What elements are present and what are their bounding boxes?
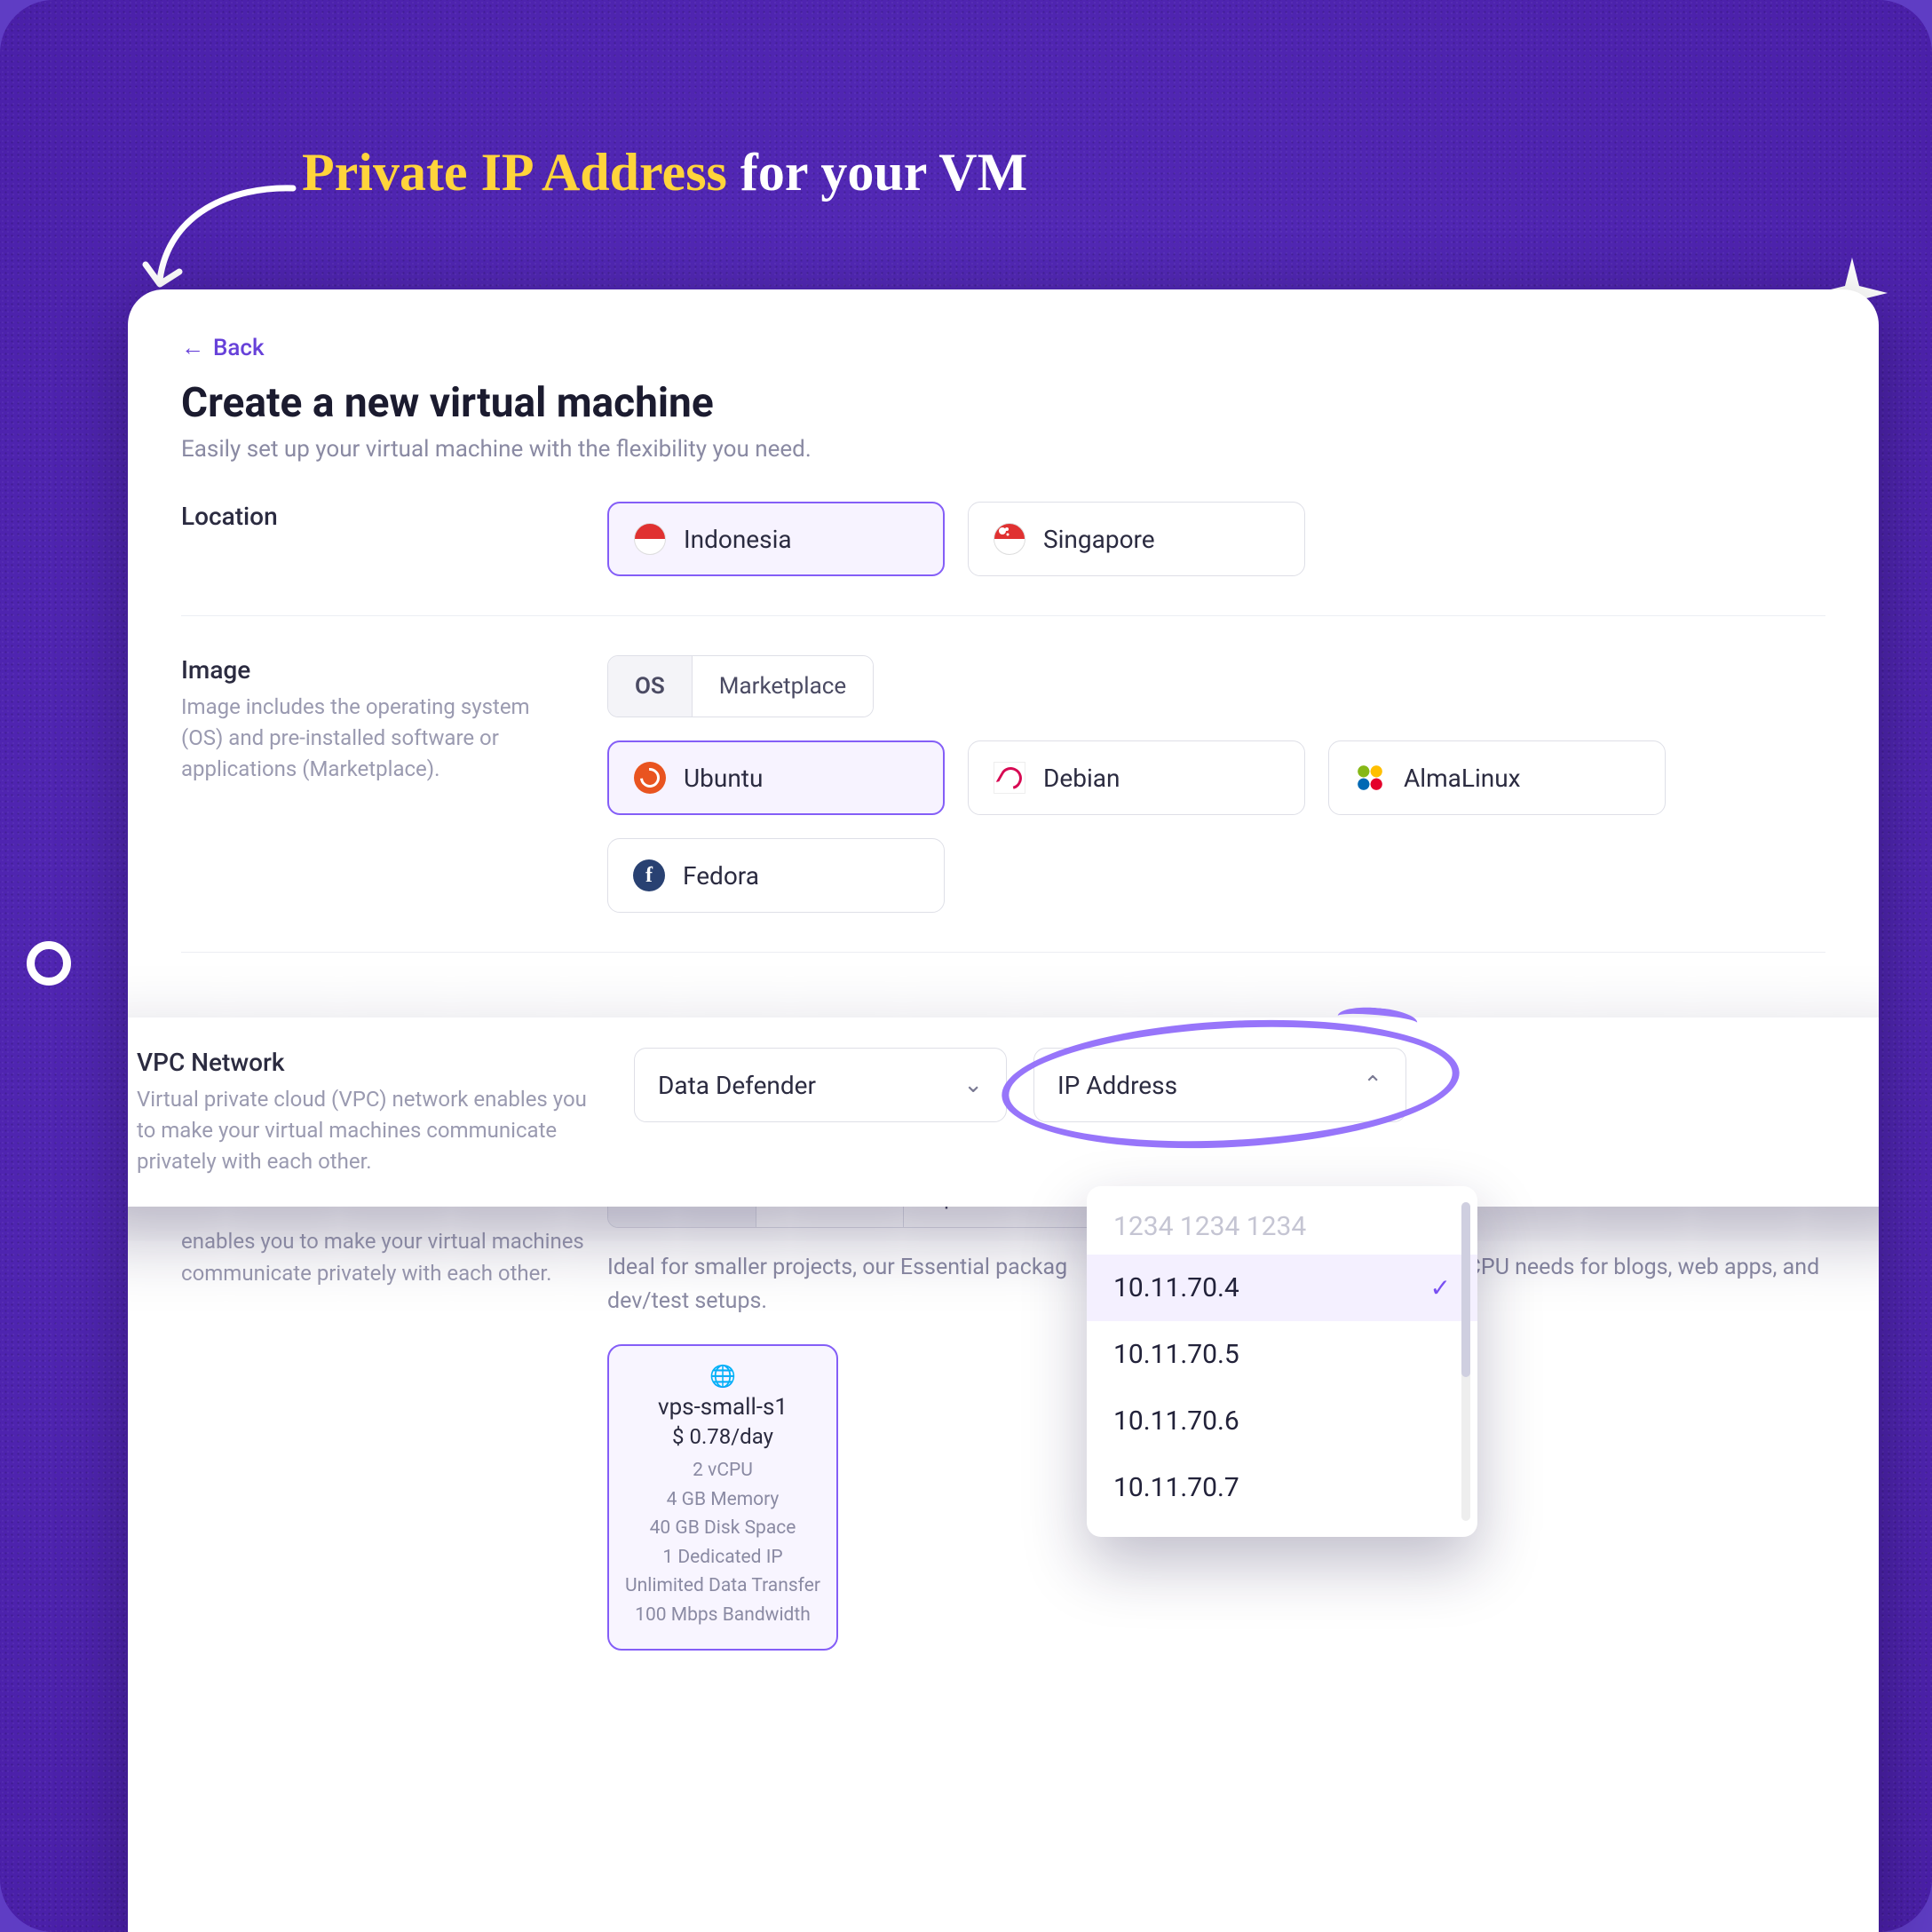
plan-price: $ 0.78/day <box>620 1424 826 1449</box>
ip-option[interactable]: 10.11.70.4 ✓ <box>1087 1255 1477 1321</box>
tab-os[interactable]: OS <box>608 656 693 717</box>
ip-option[interactable]: 10.11.70.7 <box>1087 1454 1477 1521</box>
flag-indonesia-icon <box>634 523 666 555</box>
image-source-tabs: OS Marketplace <box>607 655 874 717</box>
ip-option[interactable]: 10.11.70.6 <box>1087 1388 1477 1454</box>
check-icon: ✓ <box>1430 1273 1451 1303</box>
image-option-almalinux[interactable]: AlmaLinux <box>1328 740 1666 815</box>
section-image: Image Image includes the operating syste… <box>181 616 1825 953</box>
plan-spec: 100 Mbps Bandwidth <box>620 1601 826 1630</box>
plan-card[interactable]: 🌐 vps-small-s1 $ 0.78/day 2 vCPU 4 GB Me… <box>607 1344 838 1651</box>
tab-marketplace[interactable]: Marketplace <box>693 656 873 717</box>
location-option-singapore[interactable]: Singapore <box>968 502 1305 576</box>
back-label: Back <box>213 335 265 361</box>
dropdown-scrollbar[interactable] <box>1461 1202 1470 1521</box>
ip-option[interactable]: 10.11.70.5 <box>1087 1321 1477 1388</box>
vpc-help-underlay: enables you to make your virtual machine… <box>181 1225 607 1289</box>
ip-address-dropdown: 1234 1234 1234 10.11.70.4 ✓ 10.11.70.5 1… <box>1087 1186 1477 1537</box>
image-help: Image includes the operating system (OS)… <box>181 692 554 784</box>
section-vpc-network: VPC Network Virtual private cloud (VPC) … <box>128 1017 1879 1207</box>
ip-search-input[interactable]: 1234 1234 1234 <box>1087 1199 1477 1255</box>
page-subtitle: Easily set up your virtual machine with … <box>181 436 1825 463</box>
ip-address-select[interactable]: IP Address ⌃ <box>1033 1048 1406 1122</box>
plan-name: vps-small-s1 <box>620 1394 826 1421</box>
vm-create-card: ← Back Create a new virtual machine Easi… <box>128 289 1879 1932</box>
chevron-down-icon: ⌄ <box>963 1072 983 1098</box>
plan-spec: Unlimited Data Transfer <box>620 1572 826 1601</box>
ip-address-label: IP Address <box>1057 1071 1177 1100</box>
globe-icon: 🌐 <box>620 1364 826 1389</box>
location-option-indonesia[interactable]: Indonesia <box>607 502 945 576</box>
plan-spec: 2 vCPU <box>620 1456 826 1485</box>
annotation-arrow-icon <box>133 178 302 302</box>
section-location: Location Indonesia Singapore <box>181 463 1825 616</box>
location-label: Location <box>181 502 554 531</box>
plan-spec: 4 GB Memory <box>620 1485 826 1515</box>
image-option-debian[interactable]: Debian <box>968 740 1305 815</box>
image-option-fedora[interactable]: Fedora <box>607 838 945 913</box>
debian-icon <box>994 762 1025 794</box>
ubuntu-icon <box>634 762 666 794</box>
back-button[interactable]: ← Back <box>181 334 265 361</box>
fedora-icon <box>633 859 665 891</box>
chevron-up-icon: ⌃ <box>1363 1072 1382 1098</box>
image-option-ubuntu[interactable]: Ubuntu <box>607 740 945 815</box>
plan-spec: 40 GB Disk Space <box>620 1514 826 1543</box>
vpc-label: VPC Network <box>137 1048 590 1077</box>
flag-singapore-icon <box>994 523 1025 555</box>
plan-spec: 1 Dedicated IP <box>620 1543 826 1572</box>
ring-decoration-icon <box>27 941 71 986</box>
promo-annotation: Private IP Address for your VM <box>302 142 1825 203</box>
vpc-help: Virtual private cloud (VPC) network enab… <box>137 1084 590 1176</box>
image-label: Image <box>181 655 554 685</box>
arrow-left-icon: ← <box>181 334 204 361</box>
vpc-network-select[interactable]: Data Defender ⌄ <box>634 1048 1007 1122</box>
vpc-network-value: Data Defender <box>658 1071 816 1100</box>
page-title: Create a new virtual machine <box>181 379 1825 427</box>
almalinux-icon <box>1354 762 1386 794</box>
